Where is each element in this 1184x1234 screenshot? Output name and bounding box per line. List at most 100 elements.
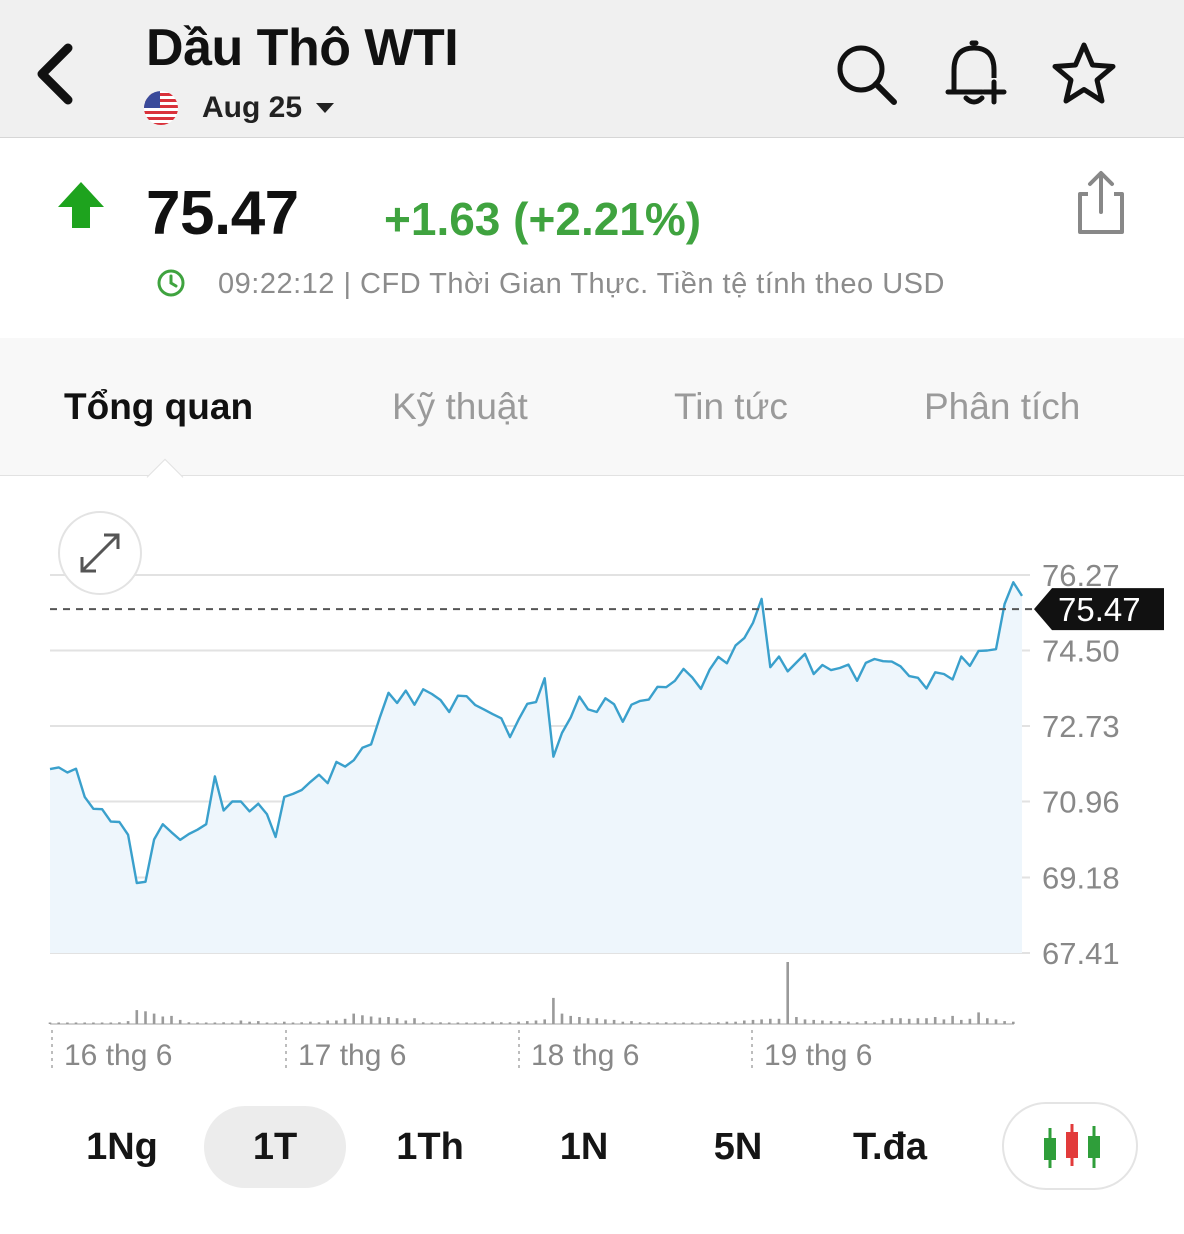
volume-bar (317, 1022, 321, 1024)
arrow-up-icon (58, 182, 104, 228)
volume-bar (612, 1019, 616, 1024)
volume-bar (1012, 1021, 1015, 1024)
volume-bar (239, 1020, 243, 1024)
volume-bar (257, 1021, 260, 1024)
volume-bar (543, 1019, 546, 1024)
volume-bar (439, 1022, 442, 1024)
volume-bar (829, 1021, 833, 1024)
volume-bar (343, 1018, 347, 1024)
volume-bar (300, 1022, 303, 1024)
volume-bar (647, 1022, 651, 1024)
volume-bar (500, 1022, 503, 1024)
expand-chart-button[interactable] (58, 511, 142, 595)
candlestick-icon (1044, 1124, 1100, 1168)
tab-overview[interactable]: Tổng quan (64, 386, 253, 428)
volume-bar (725, 1021, 729, 1024)
add-alert-button[interactable] (940, 40, 1008, 108)
volume-bar (717, 1022, 720, 1024)
price-chart[interactable]: 76.27 74.50 72.73 70.96 69.18 67.41 75.47 16 th… (0, 478, 1184, 1088)
volume-bar (161, 1016, 165, 1024)
chart-type-button[interactable] (1002, 1102, 1138, 1190)
volume-bar (118, 1022, 121, 1024)
quote-panel: 75.47 +1.63 (+2.21%) 09:22:12 | CFD Thời… (0, 138, 1184, 338)
volume-bar (1003, 1021, 1006, 1024)
period-1d[interactable]: 1Ng (66, 1106, 178, 1188)
volume-bar (743, 1020, 746, 1024)
volume-bar (274, 1022, 277, 1024)
period-selector: 1Ng 1T 1Th 1N 5N T.đa (0, 1100, 1184, 1200)
volume-bar (821, 1020, 824, 1024)
volume-bar (369, 1016, 373, 1024)
volume-bar (152, 1013, 156, 1024)
volume-bar (777, 1018, 781, 1024)
volume-bar (847, 1021, 850, 1024)
volume-bar (421, 1022, 425, 1024)
volume-bar (803, 1019, 807, 1024)
volume-bar (404, 1020, 408, 1024)
volume-bar (994, 1019, 998, 1024)
volume-bar (100, 1022, 104, 1024)
volume-bar (473, 1022, 477, 1024)
volume-bar (144, 1011, 147, 1024)
chart-canvas: 76.27 74.50 72.73 70.96 69.18 67.41 75.47 16 th… (48, 558, 1164, 1072)
y-tick-label: 67.41 (1042, 936, 1120, 971)
volume-bar (664, 1022, 668, 1024)
volume-bar (795, 1017, 798, 1024)
volume-bar (855, 1022, 859, 1024)
search-button[interactable] (832, 40, 900, 108)
y-tick-label: 69.18 (1042, 860, 1120, 895)
volume-bar (170, 1015, 173, 1024)
back-button[interactable] (28, 36, 88, 112)
x-tick-label: 16 thg 6 (64, 1039, 172, 1072)
volume-bar (673, 1022, 677, 1024)
contract-selector[interactable]: Aug 25 (144, 88, 335, 128)
volume-bar (734, 1021, 737, 1024)
volume-bar (560, 1013, 564, 1024)
volume-bar (335, 1020, 338, 1024)
y-tick-label: 70.96 (1042, 785, 1120, 820)
volume-bar (526, 1021, 529, 1024)
volume-bar (708, 1022, 711, 1024)
volume-bar (291, 1022, 295, 1024)
volume-bar (656, 1022, 659, 1024)
period-1w[interactable]: 1T (204, 1106, 346, 1188)
volume-bar (66, 1022, 69, 1024)
watchlist-button[interactable] (1050, 40, 1118, 108)
volume-bar (517, 1021, 520, 1024)
volume-bar (413, 1018, 416, 1024)
volume-bar (430, 1022, 434, 1024)
volume-bar (604, 1019, 607, 1024)
volume-bar (74, 1022, 78, 1024)
volume-bar (109, 1022, 113, 1024)
volume-bar (968, 1018, 972, 1024)
volume-bar (933, 1017, 937, 1024)
tab-news[interactable]: Tin tức (674, 386, 788, 428)
volume-bar (491, 1021, 494, 1024)
volume-bar (447, 1022, 451, 1024)
volume-bar (630, 1021, 633, 1024)
volume-bar (230, 1022, 234, 1024)
period-max[interactable]: T.đa (828, 1106, 952, 1188)
volume-bar (899, 1018, 902, 1024)
share-button[interactable] (1070, 168, 1132, 238)
volume-bar (873, 1022, 876, 1024)
last-price-label: 75.47 (1058, 591, 1141, 628)
volume-bar (960, 1019, 963, 1024)
volume-bar (135, 1010, 139, 1024)
y-tick-label: 74.50 (1042, 634, 1120, 669)
volume-bar (751, 1019, 755, 1024)
period-5y[interactable]: 5N (682, 1106, 794, 1188)
volume-bar (534, 1020, 538, 1024)
volume-bar (595, 1018, 599, 1024)
volume-bar (621, 1021, 625, 1024)
tab-technical[interactable]: Kỹ thuật (392, 386, 528, 428)
volume-bar (222, 1022, 225, 1024)
tab-analysis[interactable]: Phân tích (924, 386, 1080, 428)
price-change: +1.63 (+2.21%) (384, 193, 702, 245)
volume-bar (213, 1022, 217, 1024)
period-1m[interactable]: 1Th (374, 1106, 486, 1188)
period-1y[interactable]: 1N (528, 1106, 640, 1188)
volume-bar (569, 1015, 572, 1024)
volume-bar (586, 1018, 590, 1024)
volume-bar (552, 997, 555, 1024)
